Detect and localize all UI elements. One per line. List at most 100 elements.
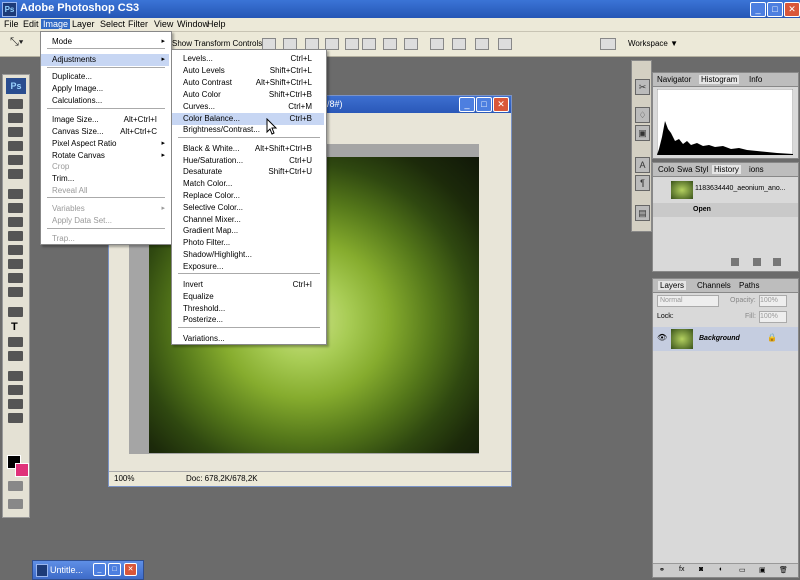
snapshot-thumbnail[interactable]	[671, 181, 693, 199]
path-selection-tool-icon[interactable]	[8, 337, 23, 347]
auto-align-icon[interactable]	[498, 38, 512, 50]
image-menu-item[interactable]: Calculations...	[41, 95, 169, 107]
adjustments-menu-item[interactable]: Brightness/Contrast...	[172, 124, 324, 136]
distribute-hcenter-icon[interactable]	[452, 38, 466, 50]
paint-bucket-tool-icon[interactable]	[8, 259, 23, 269]
fill-input[interactable]: 100%	[759, 311, 787, 323]
mini-restore-button[interactable]: _	[93, 563, 106, 576]
adjustments-menu-item[interactable]: Levels... Ctrl+L	[172, 53, 324, 65]
adjustments-menu-item[interactable]: Invert Ctrl+I	[172, 279, 324, 291]
history-step-row[interactable]: Open	[653, 203, 798, 217]
move-tool-icon[interactable]: ⤡▾	[10, 36, 32, 50]
background-color-swatch[interactable]	[15, 463, 29, 477]
adjustments-menu-item[interactable]: Variations...	[172, 333, 324, 345]
layer-comps-icon[interactable]: ▤	[635, 205, 650, 221]
adjustments-menu-item[interactable]: Auto Levels Shift+Ctrl+L	[172, 65, 324, 77]
doc-maximize-button[interactable]: □	[476, 97, 492, 112]
new-group-icon[interactable]: ▭	[739, 566, 746, 574]
adjustments-menu-item[interactable]: Desaturate Shift+Ctrl+U	[172, 166, 324, 178]
doc-minimize-button[interactable]: _	[459, 97, 475, 112]
adjustments-menu-item[interactable]: Black & White... Alt+Shift+Ctrl+B	[172, 143, 324, 155]
menu-select[interactable]: Select	[100, 19, 125, 29]
shape-tool-icon[interactable]	[8, 351, 23, 361]
layer-mask-icon[interactable]: ◙	[699, 566, 703, 573]
menu-image[interactable]: Image	[41, 19, 71, 29]
image-menu-item[interactable]: Pixel Aspect Ratio ▸	[41, 138, 169, 150]
delete-state-icon[interactable]	[773, 258, 781, 266]
distribute-top-icon[interactable]	[362, 38, 376, 50]
notes-tool-icon[interactable]	[8, 371, 23, 381]
layer-style-icon[interactable]: fx	[679, 566, 684, 573]
adjustments-menu-item[interactable]: Shadow/Highlight...	[172, 249, 324, 261]
tool-presets-icon[interactable]: ✂	[635, 79, 650, 95]
history-brush-tool-icon[interactable]	[8, 231, 23, 241]
close-button[interactable]: ✕	[784, 2, 800, 17]
minimize-button[interactable]: _	[750, 2, 766, 17]
type-tool-icon[interactable]: T	[11, 321, 18, 333]
screen-mode-icon[interactable]	[8, 499, 23, 509]
show-transform-controls-checkbox[interactable]: Show Transform Controls	[172, 39, 262, 48]
adjustments-menu-item[interactable]: Auto Color Shift+Ctrl+B	[172, 89, 324, 101]
blur-tool-icon[interactable]	[8, 273, 23, 283]
eyedropper-tool-icon[interactable]	[8, 385, 23, 395]
workspace-dropdown[interactable]: Workspace ▼	[628, 39, 678, 48]
eraser-tool-icon[interactable]	[8, 245, 23, 255]
distribute-right-icon[interactable]	[475, 38, 489, 50]
clone-source-icon[interactable]: ▣	[635, 125, 650, 141]
tab-styles[interactable]: Styl	[695, 165, 708, 174]
image-menu-item[interactable]: Mode ▸	[41, 36, 169, 48]
image-menu-item[interactable]: Apply Image...	[41, 83, 169, 95]
distribute-vcenter-icon[interactable]	[383, 38, 397, 50]
tab-histogram[interactable]: Histogram	[699, 75, 740, 84]
adjustments-menu-item[interactable]: Exposure...	[172, 261, 324, 273]
link-layers-icon[interactable]: ⚭	[659, 566, 665, 574]
marquee-tool-icon[interactable]	[8, 113, 23, 123]
crop-tool-icon[interactable]	[8, 155, 23, 165]
healing-brush-tool-icon[interactable]	[8, 189, 23, 199]
image-menu-item[interactable]: Canvas Size... Alt+Ctrl+C	[41, 126, 169, 138]
character-icon[interactable]: A	[635, 157, 650, 173]
layer-name[interactable]: Background	[699, 335, 740, 342]
menu-view[interactable]: View	[154, 19, 173, 29]
maximize-button[interactable]: □	[767, 2, 783, 17]
slice-tool-icon[interactable]	[8, 169, 23, 179]
image-menu-item[interactable]: Adjustments ▸	[41, 54, 169, 66]
align-left-icon[interactable]	[325, 38, 339, 50]
bridge-icon[interactable]	[600, 38, 616, 50]
brushes-icon[interactable]: ♢	[635, 107, 650, 123]
adjustments-menu-item[interactable]: Posterize...	[172, 314, 324, 326]
tab-paths[interactable]: Paths	[739, 281, 759, 290]
distribute-bottom-icon[interactable]	[404, 38, 418, 50]
hand-tool-icon[interactable]	[8, 399, 23, 409]
menu-edit[interactable]: Edit	[23, 19, 39, 29]
minimized-document[interactable]: Untitle... _ □ ✕	[32, 560, 144, 580]
adjustments-menu-item[interactable]: Selective Color...	[172, 202, 324, 214]
delete-layer-icon[interactable]: 🗑	[779, 566, 788, 574]
adjustments-menu-item[interactable]: Photo Filter...	[172, 237, 324, 249]
adjustments-menu-item[interactable]: Equalize	[172, 291, 324, 303]
adjustments-menu-item[interactable]: Curves... Ctrl+M	[172, 101, 324, 113]
magic-wand-tool-icon[interactable]	[8, 141, 23, 151]
adjustments-menu-item[interactable]: Match Color...	[172, 178, 324, 190]
image-menu-item[interactable]: Duplicate...	[41, 71, 169, 83]
doc-close-button[interactable]: ✕	[493, 97, 509, 112]
zoom-tool-icon[interactable]	[8, 413, 23, 423]
new-layer-icon[interactable]: ▣	[759, 566, 766, 574]
snapshot-name[interactable]: 1183634440_aeonium_ano...	[695, 185, 786, 192]
tab-layers[interactable]: Layers	[658, 281, 687, 290]
tab-navigator[interactable]: Navigator	[657, 75, 691, 84]
brush-tool-icon[interactable]	[8, 203, 23, 213]
menu-file[interactable]: File	[4, 19, 19, 29]
tab-info[interactable]: Info	[749, 75, 762, 84]
menu-window[interactable]: Window	[177, 19, 209, 29]
new-snapshot-icon[interactable]	[753, 258, 761, 266]
tab-history[interactable]: History	[712, 165, 741, 174]
tab-swatches[interactable]: Swa	[677, 165, 693, 174]
tab-actions[interactable]: ions	[749, 165, 764, 174]
menu-help[interactable]: Help	[207, 19, 226, 29]
adjustments-menu-item[interactable]: Gradient Map...	[172, 225, 324, 237]
paragraph-icon[interactable]: ¶	[635, 175, 650, 191]
menu-layer[interactable]: Layer	[72, 19, 95, 29]
new-document-icon[interactable]	[731, 258, 739, 266]
adjustments-menu-item[interactable]: Replace Color...	[172, 190, 324, 202]
